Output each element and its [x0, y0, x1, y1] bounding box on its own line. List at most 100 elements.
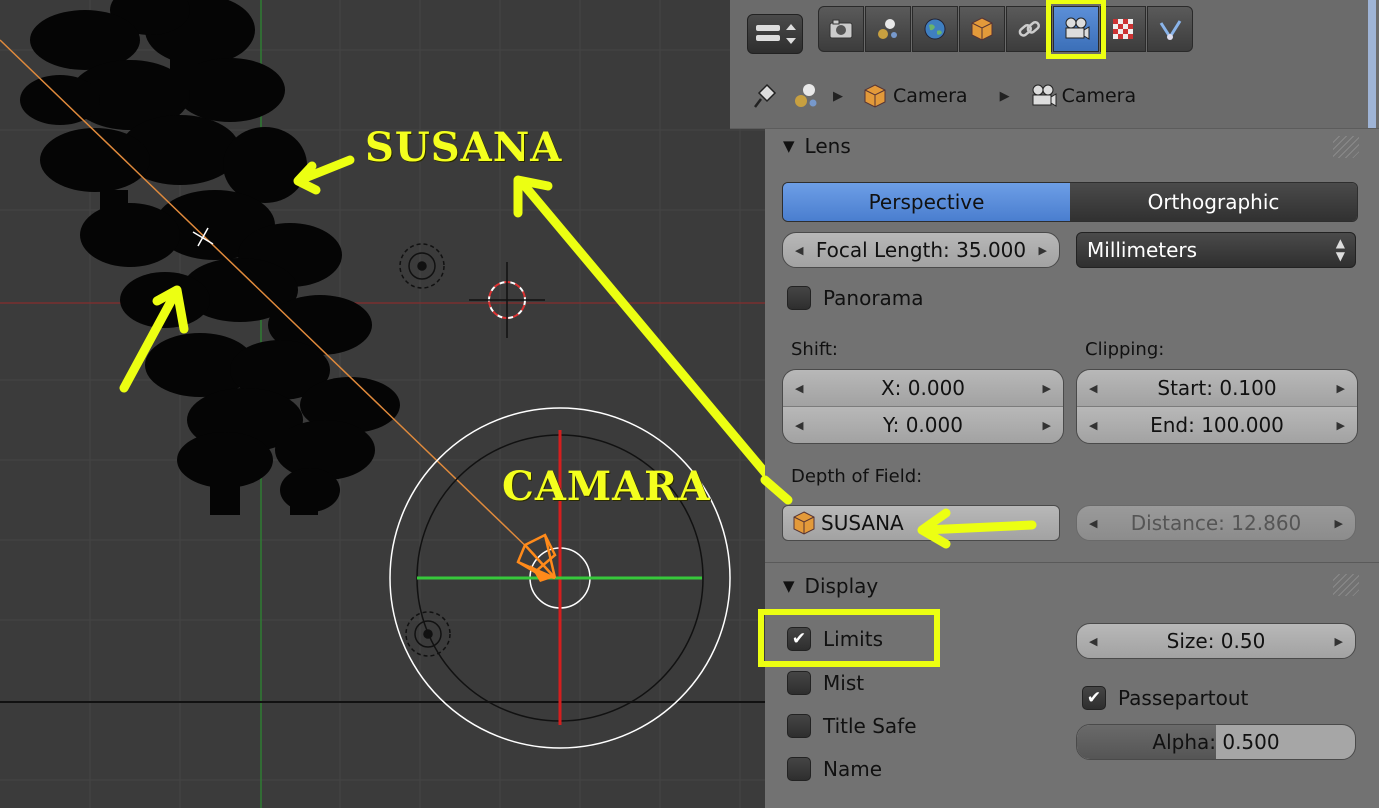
3d-cursor-icon: [469, 262, 545, 338]
mist-checkbox[interactable]: Mist: [787, 671, 864, 695]
clip-end-field[interactable]: ◀ End: 100.000 ▶: [1077, 406, 1357, 443]
panorama-label: Panorama: [823, 286, 924, 310]
increment-arrow-icon[interactable]: ▶: [1337, 382, 1345, 395]
focal-length-value: Focal Length: 35.000: [815, 238, 1027, 262]
decrement-arrow-icon[interactable]: ◀: [795, 419, 803, 432]
decrement-arrow-icon[interactable]: ◀: [1089, 382, 1097, 395]
decrement-arrow-icon[interactable]: ◀: [1089, 517, 1097, 530]
clipping-fields: ◀ Start: 0.100 ▶ ◀ End: 100.000 ▶: [1076, 369, 1358, 444]
editor-type-icon: [756, 24, 796, 44]
tab-physics[interactable]: [1147, 6, 1193, 52]
dof-object-field[interactable]: SUSANA: [782, 505, 1060, 541]
increment-arrow-icon[interactable]: ▶: [1335, 517, 1343, 530]
properties-header: ▶ Camera ▶ Camera: [730, 0, 1379, 129]
increment-arrow-icon[interactable]: ▶: [1335, 635, 1343, 648]
checkbox-box[interactable]: ✔: [1082, 686, 1106, 710]
name-label: Name: [823, 757, 883, 781]
decrement-arrow-icon[interactable]: ◀: [1089, 635, 1097, 648]
susana-meshes: [20, 0, 400, 515]
shift-label: Shift:: [791, 339, 838, 360]
lens-unit-dropdown[interactable]: Millimeters ▲ ▼: [1076, 232, 1356, 268]
pin-icon[interactable]: [747, 81, 781, 111]
object-icon: [793, 511, 815, 535]
annotation-camara: CAMARA: [502, 463, 711, 510]
3d-viewport[interactable]: SUSANA CAMARA: [0, 0, 765, 808]
checkbox-box[interactable]: [787, 671, 811, 695]
increment-arrow-icon[interactable]: ▶: [1039, 244, 1047, 257]
decrement-arrow-icon[interactable]: ◀: [1089, 419, 1097, 432]
constraints-icon: [1018, 21, 1040, 37]
checkbox-box[interactable]: [787, 714, 811, 738]
camera-data-icon: [1065, 17, 1090, 40]
editor-type-selector[interactable]: [747, 14, 803, 54]
increment-arrow-icon[interactable]: ▶: [1043, 419, 1051, 432]
title-safe-label: Title Safe: [823, 714, 917, 738]
passepartout-checkbox[interactable]: ✔ Passepartout: [1082, 686, 1248, 710]
decrement-arrow-icon[interactable]: ◀: [795, 382, 803, 395]
clip-end-value: End: 100.000: [1150, 413, 1284, 437]
tab-render[interactable]: [818, 6, 864, 52]
orthographic-button[interactable]: Orthographic: [1070, 183, 1357, 221]
passepartout-label: Passepartout: [1118, 686, 1249, 710]
section-divider: [765, 562, 1379, 563]
passepartout-alpha-slider[interactable]: Alpha: 0.500: [1076, 724, 1356, 760]
lens-type-selector: Perspective Orthographic: [782, 182, 1358, 222]
breadcrumb-separator: ▶: [833, 88, 843, 104]
texture-icon: [1113, 19, 1133, 39]
properties-panel: ▶ Camera ▶ Camera ▼ Lens Perspective Ort…: [730, 0, 1379, 808]
dof-distance-field[interactable]: ◀ Distance: 12.860 ▶: [1076, 505, 1356, 541]
mist-label: Mist: [823, 671, 865, 695]
dof-object-value: SUSANA: [821, 511, 904, 535]
increment-arrow-icon[interactable]: ▶: [1337, 419, 1345, 432]
limits-checkbox[interactable]: ✔ Limits: [787, 627, 883, 651]
render-icon: [829, 19, 853, 39]
perspective-button[interactable]: Perspective: [783, 183, 1070, 221]
breadcrumb: ▶ Camera ▶ Camera: [747, 78, 1136, 114]
limits-label: Limits: [823, 627, 883, 651]
panorama-checkbox[interactable]: Panorama: [787, 286, 924, 310]
physics-icon: [1159, 20, 1182, 40]
title-safe-checkbox[interactable]: Title Safe: [787, 714, 917, 738]
lens-panel-title: Lens: [804, 134, 851, 158]
camera-object: [389, 407, 731, 749]
object-icon: [971, 17, 993, 41]
tab-camera-data[interactable]: [1046, 0, 1106, 59]
display-panel-header[interactable]: ▼ Display: [783, 574, 878, 598]
display-size-field[interactable]: ◀ Size: 0.50 ▶: [1076, 623, 1356, 659]
increment-arrow-icon[interactable]: ▶: [1043, 382, 1051, 395]
viewport-canvas[interactable]: [0, 0, 765, 808]
object-icon: [864, 84, 886, 108]
camera-data-icon: [1032, 84, 1057, 107]
scene-icon: [795, 84, 817, 107]
scrollbar[interactable]: [1368, 0, 1376, 128]
shift-fields: ◀ X: 0.000 ▶ ◀ Y: 0.000 ▶: [782, 369, 1064, 444]
checkbox-box[interactable]: [787, 757, 811, 781]
breadcrumb-camera-data: Camera: [1061, 85, 1137, 107]
scene-icon: [878, 19, 897, 39]
lamp-object: [399, 243, 445, 289]
breadcrumb-object: Camera: [893, 85, 968, 107]
world-icon: [924, 18, 946, 40]
collapse-triangle-icon: ▼: [783, 137, 795, 155]
shift-x-field[interactable]: ◀ X: 0.000 ▶: [783, 370, 1063, 406]
display-panel-title: Display: [804, 574, 879, 598]
clip-start-field[interactable]: ◀ Start: 0.100 ▶: [1077, 370, 1357, 406]
depth-of-field-label: Depth of Field:: [791, 466, 923, 487]
checkbox-box[interactable]: [787, 286, 811, 310]
tab-object[interactable]: [959, 6, 1005, 52]
tab-texture[interactable]: [1100, 6, 1146, 52]
lens-panel-header[interactable]: ▼ Lens: [783, 134, 851, 158]
collapse-triangle-icon: ▼: [783, 577, 795, 595]
tab-scene[interactable]: [865, 6, 911, 52]
shift-x-value: X: 0.000: [880, 376, 966, 400]
tab-constraints[interactable]: [1006, 6, 1052, 52]
name-checkbox[interactable]: Name: [787, 757, 882, 781]
clipping-label: Clipping:: [1085, 339, 1165, 360]
checkbox-box[interactable]: ✔: [787, 627, 811, 651]
decrement-arrow-icon[interactable]: ◀: [795, 244, 803, 257]
panel-grip-icon[interactable]: [1333, 574, 1359, 596]
tab-world[interactable]: [912, 6, 958, 52]
panel-grip-icon[interactable]: [1333, 136, 1359, 158]
shift-y-field[interactable]: ◀ Y: 0.000 ▶: [783, 406, 1063, 443]
focal-length-field[interactable]: ◀ Focal Length: 35.000 ▶: [782, 232, 1060, 268]
